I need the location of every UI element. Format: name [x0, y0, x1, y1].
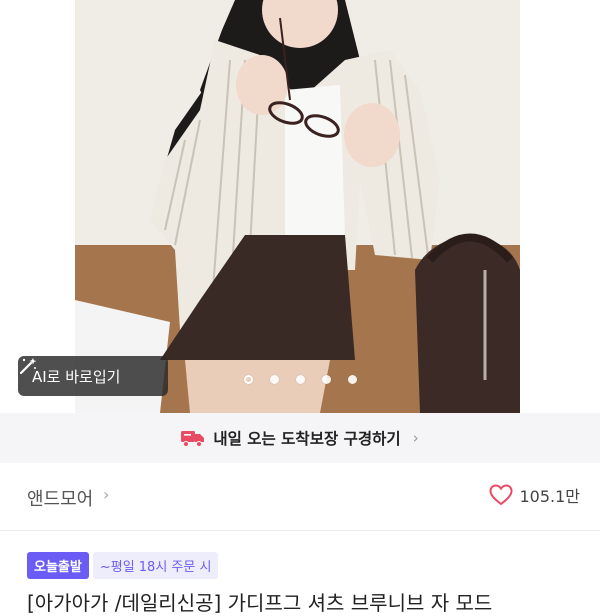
magic-wand-icon: [19, 358, 37, 375]
like-button[interactable]: 105.1만: [489, 483, 580, 507]
chevron-right-icon: ›: [103, 485, 110, 504]
like-count: 105.1만: [519, 487, 580, 506]
shipping-cutoff-badge: ~평일 18시 주문 시: [92, 552, 219, 579]
store-name-link[interactable]: 앤드모어: [27, 485, 93, 511]
slide-indicator: [0, 375, 600, 384]
slide-dot-3[interactable]: [295, 375, 305, 384]
shipping-badges: 오늘출발 ~평일 18시 주문 시: [27, 552, 219, 579]
delivery-guarantee-banner[interactable]: 내일 오는 도착보장 구경하기 ›: [0, 413, 600, 463]
section-divider: [0, 530, 600, 531]
heart-icon: [489, 484, 513, 506]
slide-dot-4[interactable]: [321, 375, 331, 384]
slide-dot-1[interactable]: [243, 375, 253, 384]
product-title: [아가아가 /데일리신공] 가디프그 셔츠 브루니브 자 모드: [27, 591, 493, 615]
chevron-right-icon: ›: [412, 429, 419, 447]
product-image-gallery[interactable]: AI로 바로입기: [0, 0, 600, 413]
expand-icon[interactable]: [0, 0, 26, 26]
same-day-shipping-badge: 오늘출발: [27, 552, 89, 579]
delivery-truck-icon: [181, 431, 205, 447]
store-row: 앤드모어 › 105.1만: [0, 472, 600, 522]
slide-dot-2[interactable]: [269, 375, 279, 384]
product-photo: [0, 0, 600, 413]
delivery-banner-text: 내일 오는 도착보장 구경하기: [213, 430, 401, 448]
slide-dot-5[interactable]: [347, 375, 357, 384]
